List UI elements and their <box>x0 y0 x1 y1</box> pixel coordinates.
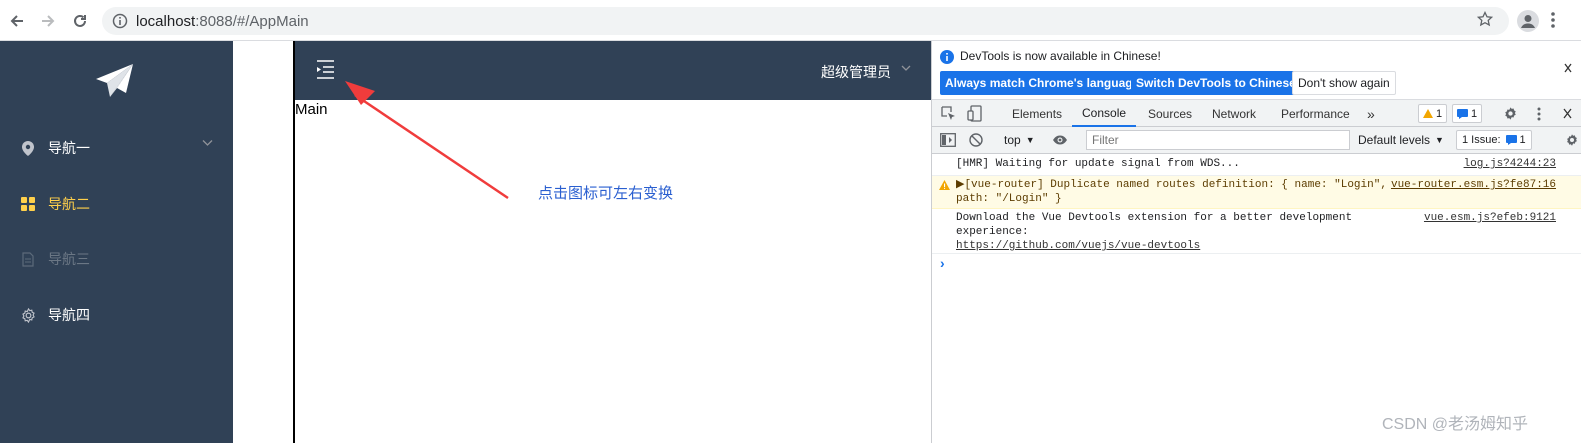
warnings-count: 1 <box>1436 107 1443 120</box>
console-source-link[interactable]: vue.esm.js?efeb:9121 <box>1424 211 1556 225</box>
settings-gear-icon[interactable] <box>1503 106 1518 121</box>
always-match-language-button[interactable]: Always match Chrome's language <box>940 71 1145 95</box>
clear-console-icon[interactable] <box>969 133 983 147</box>
console-warning-text-line1[interactable]: ▶[vue-router] Duplicate named routes def… <box>956 178 1387 192</box>
forward-button[interactable] <box>37 10 59 32</box>
console-filter-bar: top ▼ Default levels ▼ 1 Issue: 1 <box>932 127 1581 154</box>
devtools-menu-icon[interactable] <box>1536 106 1542 122</box>
context-label: top <box>1004 133 1021 147</box>
message-icon <box>1457 108 1468 119</box>
eye-icon[interactable] <box>1052 135 1068 145</box>
issues-count: 1 <box>1519 134 1526 146</box>
document-icon <box>20 251 36 267</box>
info-icon <box>940 50 954 64</box>
reload-button[interactable] <box>69 10 91 32</box>
console-settings-gear-icon[interactable] <box>1565 133 1579 147</box>
issues-button[interactable]: 1 Issue: 1 <box>1456 130 1532 150</box>
url-text: localhost:8088/#/AppMain <box>136 13 309 30</box>
device-toolbar-icon[interactable] <box>967 105 982 122</box>
grid-icon <box>20 196 36 212</box>
annotation-arrow <box>345 81 509 200</box>
devtools-panel: DevTools is now available in Chinese! Al… <box>931 41 1581 443</box>
person-icon <box>1521 15 1535 28</box>
tab-elements[interactable]: Elements <box>1012 100 1062 127</box>
app-main: 超级管理员 Main 点击图标可左右变换 <box>293 41 931 443</box>
browser-toolbar: localhost:8088/#/AppMain <box>0 0 1581 41</box>
tab-performance[interactable]: Performance <box>1281 100 1350 127</box>
dropdown-arrow-icon: ▼ <box>1435 135 1444 145</box>
tab-console[interactable]: Console <box>1072 100 1137 127</box>
warnings-badge[interactable]: 1 <box>1418 104 1448 123</box>
chevron-down-icon <box>202 140 213 146</box>
console-warning-text-line2: path: "/Login" } <box>956 193 1062 205</box>
sidebar-item-nav4[interactable]: 导航四 <box>0 290 233 340</box>
reload-icon <box>74 14 86 27</box>
log-levels-label: Default levels <box>1358 133 1431 147</box>
forward-arrow-icon <box>42 15 55 27</box>
gear-icon <box>20 307 36 323</box>
sidebar-toggle-icon[interactable] <box>940 133 956 147</box>
switch-devtools-chinese-button[interactable]: Switch DevTools to Chinese <box>1131 71 1301 95</box>
kebab-menu-icon[interactable] <box>1549 10 1557 30</box>
message-icon <box>1505 135 1517 145</box>
dont-show-again-button[interactable]: Don't show again <box>1292 71 1396 95</box>
console-message: [HMR] Waiting for update signal from WDS… <box>932 154 1581 176</box>
sidebar-item-nav2[interactable]: 导航二 <box>0 179 233 229</box>
console-message-text: [HMR] Waiting for update signal from WDS… <box>956 158 1240 170</box>
context-selector[interactable]: top ▼ <box>1004 133 1035 147</box>
close-icon[interactable] <box>1564 63 1572 73</box>
console-prompt[interactable]: › <box>940 255 945 271</box>
more-tabs-chevron-icon[interactable]: » <box>1367 100 1375 127</box>
messages-count: 1 <box>1471 107 1478 120</box>
profile-avatar[interactable] <box>1517 10 1539 32</box>
sidebar-item-nav3[interactable]: 导航三 <box>0 234 233 284</box>
dropdown-arrow-icon: ▼ <box>1025 135 1035 145</box>
back-arrow-icon <box>10 15 23 27</box>
tab-sources[interactable]: Sources <box>1148 100 1192 127</box>
sidebar-item-label: 导航三 <box>48 251 90 267</box>
sidebar-item-label: 导航一 <box>48 140 90 156</box>
console-warning: ▶[vue-router] Duplicate named routes def… <box>932 176 1581 209</box>
close-devtools-icon[interactable] <box>1563 108 1572 119</box>
bookmark-star-icon[interactable] <box>1477 11 1493 27</box>
sidebar-item-nav1[interactable]: 导航一 <box>0 123 233 173</box>
console-source-link[interactable]: log.js?4244:23 <box>1464 157 1556 171</box>
messages-badge[interactable]: 1 <box>1452 104 1483 123</box>
location-pin-icon <box>20 140 36 156</box>
main-content-text: Main <box>295 101 328 118</box>
back-button[interactable] <box>6 10 28 32</box>
address-bar[interactable]: localhost:8088/#/AppMain <box>102 7 1509 35</box>
sidebar-item-label: 导航四 <box>48 307 90 323</box>
issues-label: 1 Issue: <box>1462 134 1501 146</box>
sidebar: 导航一 导航二 导航三 导航四 <box>0 41 233 443</box>
console-message-text-line2: experience: <box>956 226 1029 238</box>
sidebar-item-label: 导航二 <box>48 196 90 212</box>
warning-icon <box>939 180 950 190</box>
user-menu-label[interactable]: 超级管理员 <box>821 62 891 82</box>
log-levels-dropdown[interactable]: Default levels ▼ <box>1358 133 1444 147</box>
content-gap <box>233 41 293 443</box>
info-icon[interactable] <box>112 13 128 29</box>
chevron-down-icon[interactable] <box>901 65 911 72</box>
console-message: Download the Vue Devtools extension for … <box>932 209 1581 254</box>
devtools-tabs: Elements Console Sources Network Perform… <box>932 100 1581 127</box>
annotation-text: 点击图标可左右变换 <box>538 185 674 202</box>
console-link[interactable]: https://github.com/vuejs/vue-devtools <box>956 239 1200 253</box>
app-header: 超级管理员 <box>295 41 931 100</box>
devtools-infobar: DevTools is now available in Chinese! Al… <box>932 41 1581 100</box>
warning-icon <box>1423 109 1433 118</box>
console-source-link[interactable]: vue-router.esm.js?fe87:16 <box>1391 178 1556 192</box>
infobar-message: DevTools is now available in Chinese! <box>960 49 1161 63</box>
watermark: CSDN @老汤姆知乎 <box>1382 416 1529 433</box>
paper-plane-logo-icon <box>96 64 133 97</box>
tab-network[interactable]: Network <box>1212 100 1256 127</box>
filter-input[interactable] <box>1086 130 1350 150</box>
console-message-text-line1: Download the Vue Devtools extension for … <box>956 212 1353 224</box>
collapse-toggle-icon[interactable] <box>315 59 335 79</box>
inspect-element-icon[interactable] <box>941 106 956 121</box>
